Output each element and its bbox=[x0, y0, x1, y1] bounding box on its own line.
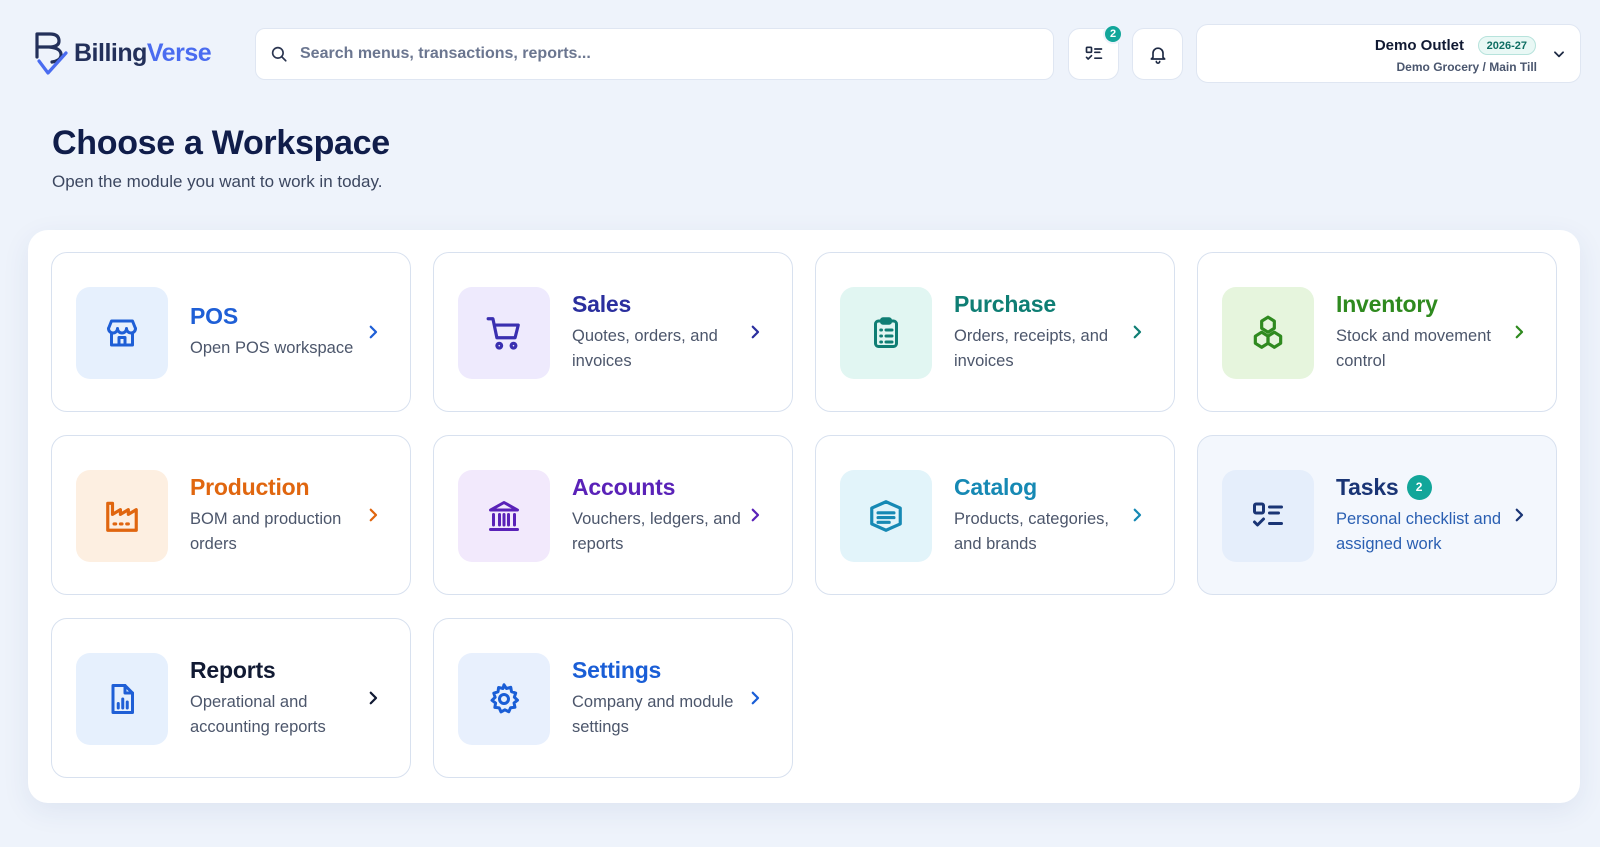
card-icon-tile bbox=[76, 470, 168, 562]
workspace-card-inventory[interactable]: Inventory Stock and movement control bbox=[1197, 252, 1557, 412]
card-icon-tile bbox=[76, 653, 168, 745]
card-description: Quotes, orders, and invoices bbox=[572, 326, 718, 370]
outlet-selector[interactable]: Demo Outlet 2026-27 Demo Grocery / Main … bbox=[1196, 24, 1581, 83]
chevron-right-icon bbox=[751, 691, 760, 705]
card-description: BOM and production orders bbox=[190, 509, 342, 553]
chevron-right-icon bbox=[751, 325, 760, 339]
checklist-icon bbox=[1085, 46, 1102, 60]
page-title: Choose a Workspace bbox=[52, 124, 390, 162]
workspace-card-accounts[interactable]: Accounts Vouchers, ledgers, and reports bbox=[433, 435, 793, 595]
card-description: Stock and movement control bbox=[1336, 326, 1491, 370]
cart-icon bbox=[486, 317, 520, 350]
report-icon bbox=[111, 684, 134, 714]
chevron-right-icon bbox=[1133, 325, 1142, 339]
card-title: Inventory bbox=[1336, 290, 1438, 317]
workspace-card-purchase[interactable]: Purchase Orders, receipts, and invoices bbox=[815, 252, 1175, 412]
chevron-right-icon bbox=[1515, 508, 1524, 522]
card-title: Production bbox=[190, 473, 310, 500]
bell-icon bbox=[1150, 47, 1165, 64]
card-title: Purchase bbox=[954, 290, 1056, 317]
factory-icon bbox=[106, 501, 138, 532]
global-search[interactable] bbox=[255, 28, 1054, 80]
workspace-card-catalog[interactable]: Catalog Products, categories, and brands bbox=[815, 435, 1175, 595]
chevron-right-icon bbox=[369, 325, 378, 339]
card-icon-tile bbox=[1222, 287, 1314, 379]
workspace-panel: POS Open POS workspace Sales Quotes, ord… bbox=[28, 230, 1580, 803]
gear-icon bbox=[490, 683, 519, 714]
chevron-right-icon bbox=[369, 508, 378, 522]
search-input[interactable] bbox=[300, 45, 1053, 63]
card-title: POS bbox=[190, 303, 238, 329]
financial-year-badge: 2026-27 bbox=[1477, 36, 1536, 55]
tasks-count-badge: 2 bbox=[1103, 24, 1123, 44]
tasks-button[interactable]: 2 bbox=[1068, 24, 1123, 80]
workspace-card-production[interactable]: Production BOM and production orders bbox=[51, 435, 411, 595]
page-subtitle: Open the module you want to work in toda… bbox=[52, 172, 383, 191]
clipboard-icon bbox=[874, 317, 898, 348]
card-title: Reports bbox=[190, 656, 276, 683]
chevron-down-icon bbox=[1554, 51, 1564, 58]
card-title: Settings bbox=[572, 656, 662, 683]
card-icon-tile bbox=[840, 470, 932, 562]
outlet-subtitle: Demo Grocery / Main Till bbox=[1396, 60, 1537, 74]
catalog-icon bbox=[870, 500, 902, 532]
card-title: Catalog bbox=[954, 473, 1037, 500]
card-icon-tile bbox=[458, 287, 550, 379]
card-title: Accounts bbox=[572, 473, 676, 500]
card-description: Open POS workspace bbox=[190, 339, 354, 357]
card-icon-tile bbox=[458, 653, 550, 745]
checklist-icon bbox=[1253, 502, 1283, 527]
card-description: Operational and accounting reports bbox=[190, 692, 326, 736]
notifications-button[interactable] bbox=[1132, 28, 1183, 80]
outlet-name: Demo Outlet bbox=[1374, 37, 1464, 54]
store-icon bbox=[107, 319, 137, 347]
workspace-card-tasks[interactable]: Tasks 2 Personal checklist and assigned w… bbox=[1197, 435, 1557, 595]
logo-icon bbox=[35, 32, 68, 75]
card-icon-tile bbox=[840, 287, 932, 379]
chevron-right-icon bbox=[1515, 325, 1524, 339]
tasks-count-badge: 2 bbox=[1406, 474, 1432, 500]
brand-logo[interactable]: BillingVerse bbox=[34, 31, 212, 75]
card-icon-tile bbox=[76, 287, 168, 379]
card-description: Orders, receipts, and invoices bbox=[954, 326, 1109, 370]
bank-icon bbox=[489, 501, 519, 531]
chevron-right-icon bbox=[369, 691, 378, 705]
search-icon bbox=[271, 46, 287, 62]
card-icon-tile bbox=[1222, 470, 1314, 562]
card-icon-tile bbox=[458, 470, 550, 562]
card-description: Vouchers, ledgers, and reports bbox=[572, 509, 741, 553]
card-description: Company and module settings bbox=[572, 692, 734, 736]
card-description: Products, categories, and brands bbox=[954, 509, 1109, 553]
card-title: Tasks 2 bbox=[1336, 474, 1506, 501]
brand-name: BillingVerse bbox=[74, 38, 212, 67]
workspace-card-settings[interactable]: Settings Company and module settings bbox=[433, 618, 793, 778]
card-title: Sales bbox=[572, 290, 632, 317]
chevron-right-icon bbox=[1133, 508, 1142, 522]
card-description: Personal checklist and assigned work bbox=[1336, 509, 1502, 553]
workspace-card-pos[interactable]: POS Open POS workspace bbox=[51, 252, 411, 412]
workspace-card-sales[interactable]: Sales Quotes, orders, and invoices bbox=[433, 252, 793, 412]
boxes-icon bbox=[1253, 315, 1283, 349]
workspace-card-reports[interactable]: Reports Operational and accounting repor… bbox=[51, 618, 411, 778]
chevron-right-icon bbox=[751, 508, 760, 522]
